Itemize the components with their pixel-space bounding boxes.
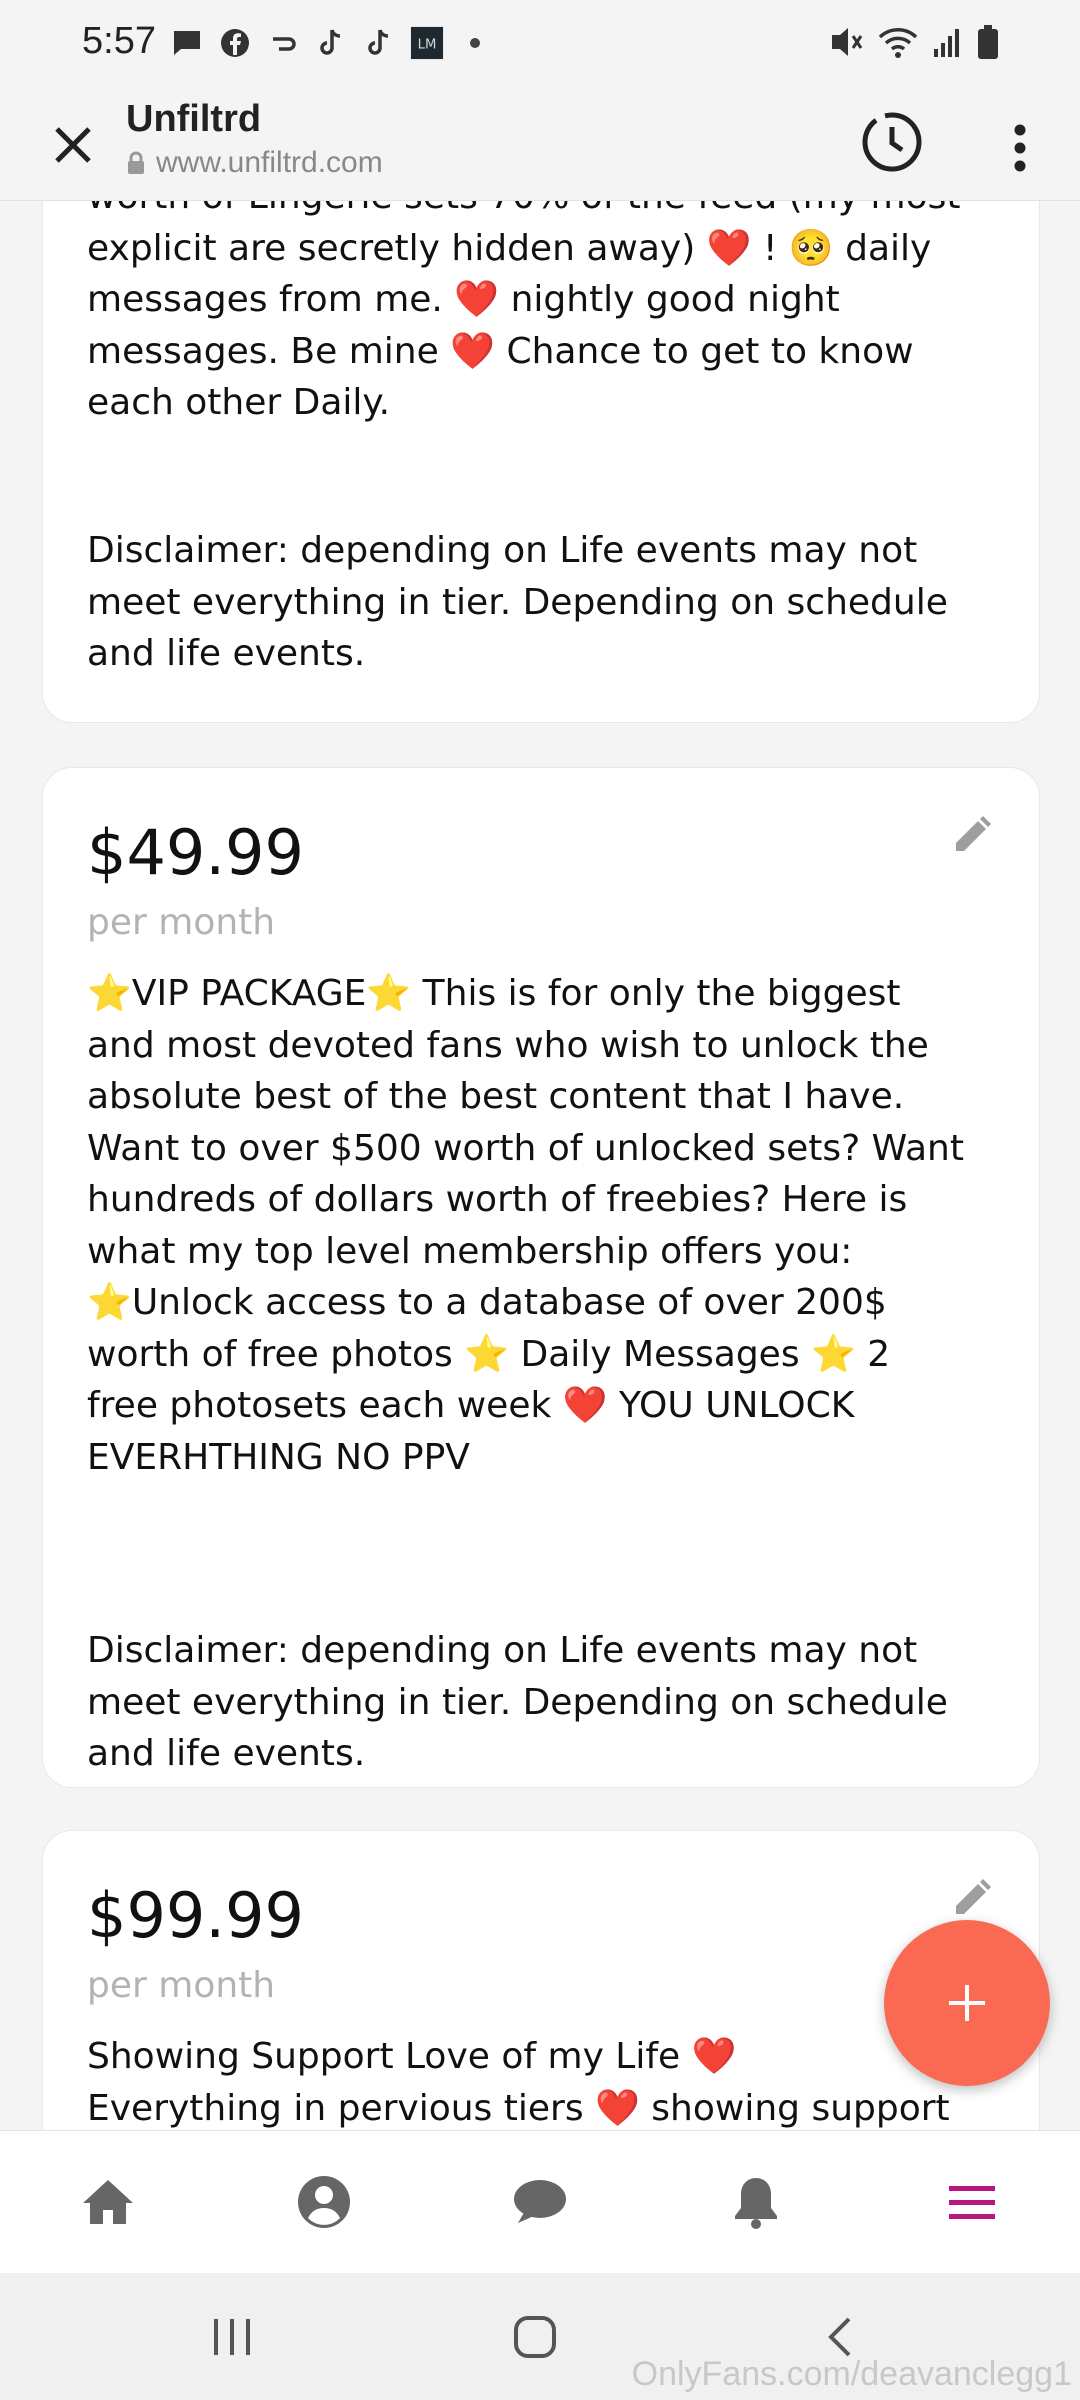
wifi-icon [878, 25, 918, 63]
tier-description: ⭐VIP PACKAGE⭐ This is for only the bigge… [87, 973, 964, 1478]
tier-card: worth of Lingerie sets 70% of the feed (… [42, 200, 1040, 723]
history-clock-icon [862, 112, 922, 172]
facebook-icon [218, 26, 252, 60]
dot-icon [458, 26, 492, 60]
tiktok-icon [362, 26, 396, 60]
nav-notifications[interactable] [648, 2131, 864, 2273]
home-icon [83, 2180, 133, 2224]
status-bar: 5:57 LM [0, 0, 1080, 90]
profile-icon [298, 2176, 350, 2228]
watermark-text: OnlyFans.com/deavanclegg1 [631, 2355, 1072, 2393]
more-options-button[interactable] [1000, 108, 1040, 188]
edit-tier-button[interactable] [947, 1873, 997, 1923]
notification-icons: LM [170, 26, 492, 60]
tier-price: $99.99 [87, 1879, 304, 1952]
tier-disclaimer: Disclaimer: depending on Life events may… [87, 1630, 948, 1774]
url-display[interactable]: www.unfiltrd.com [126, 146, 383, 180]
recent-apps-button[interactable] [192, 2302, 272, 2372]
lm-app-icon: LM [410, 26, 444, 60]
battery-icon [976, 24, 1000, 64]
svg-text:LM: LM [418, 38, 437, 53]
system-navigation: OnlyFans.com/deavanclegg1 [0, 2272, 1080, 2400]
tier-description: Showing Support Love of my Life ❤️ Every… [87, 2036, 950, 2129]
tier-card: $49.99 per month ⭐VIP PACKAGE⭐ This is f… [42, 767, 1040, 1788]
close-icon [55, 127, 91, 163]
edit-tier-button[interactable] [947, 810, 997, 860]
close-button[interactable] [38, 110, 108, 180]
mute-icon [828, 25, 864, 63]
chat-icon [514, 2180, 566, 2223]
bottom-navigation [0, 2130, 1080, 2273]
nav-messages[interactable] [432, 2131, 648, 2273]
history-button[interactable] [852, 102, 932, 182]
plus-icon [949, 1985, 985, 2021]
nav-profile[interactable] [216, 2131, 432, 2273]
more-vert-icon [1014, 124, 1026, 172]
add-tier-button[interactable] [884, 1920, 1050, 2086]
menu-icon [949, 2186, 995, 2219]
page-title: Unfiltrd [126, 98, 262, 140]
status-time: 5:57 [82, 20, 156, 62]
tier-disclaimer: Disclaimer: depending on Life events may… [87, 530, 948, 674]
lock-icon [128, 151, 144, 174]
url-text: www.unfiltrd.com [156, 146, 383, 179]
tiktok-icon [314, 26, 348, 60]
recent-apps-icon [214, 2319, 250, 2355]
message-icon [170, 26, 204, 60]
tier-description: worth of Lingerie sets 70% of the feed (… [87, 200, 961, 423]
link-icon [266, 26, 300, 60]
home-square-icon [514, 2316, 556, 2358]
pencil-icon [956, 816, 991, 851]
back-chevron-icon [828, 2317, 851, 2357]
tier-price: $49.99 [87, 816, 304, 889]
nav-home[interactable] [0, 2131, 216, 2273]
nav-menu[interactable] [864, 2131, 1080, 2273]
system-status-icons [828, 24, 1000, 64]
bell-icon [735, 2178, 777, 2229]
home-system-button[interactable] [495, 2302, 575, 2372]
tier-period: per month [87, 1965, 276, 2006]
pencil-icon [956, 1879, 991, 1914]
browser-bar: Unfiltrd www.unfiltrd.com [0, 90, 1080, 201]
tier-period: per month [87, 902, 276, 943]
signal-icon [932, 25, 962, 63]
tiers-list[interactable]: worth of Lingerie sets 70% of the feed (… [0, 200, 1080, 2130]
